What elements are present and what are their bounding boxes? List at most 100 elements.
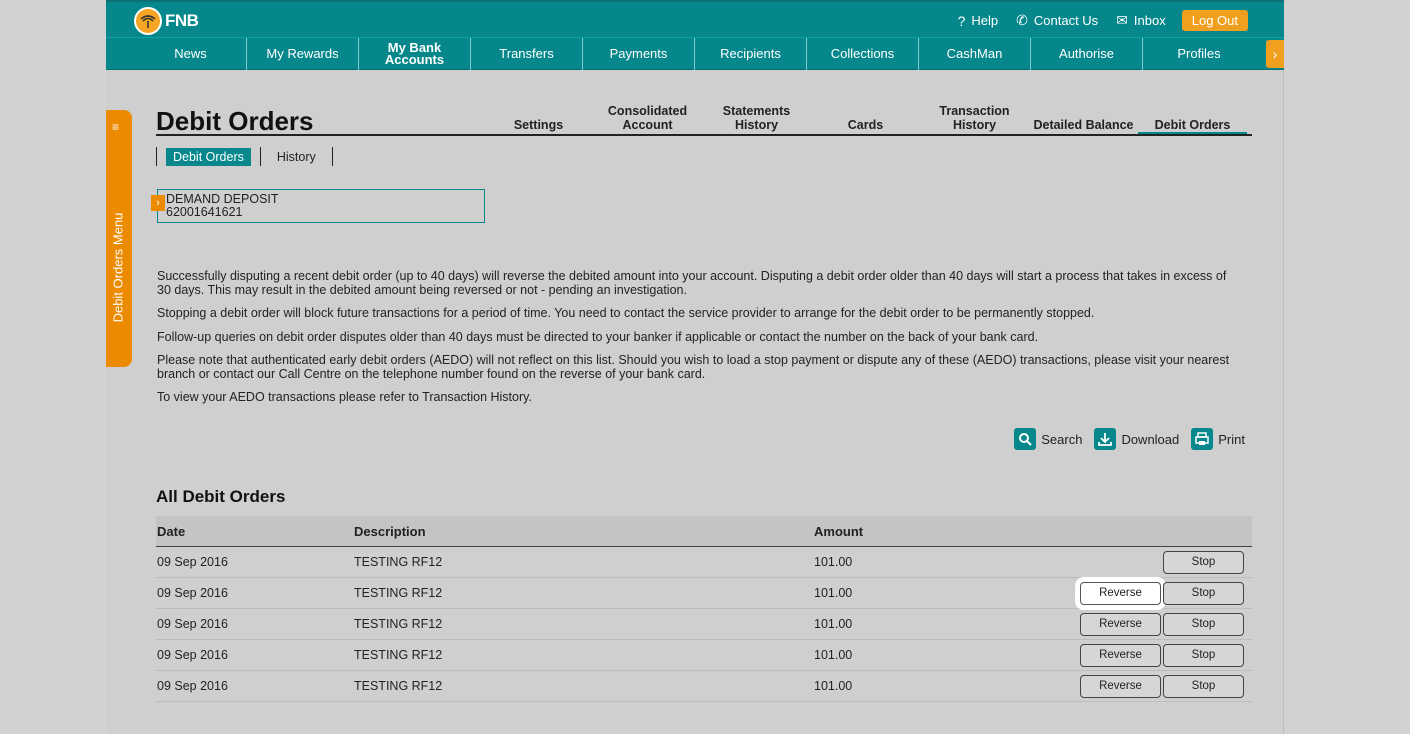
nav-my-bank-accounts-label: My Bank Accounts: [384, 40, 445, 67]
header-divider: [156, 134, 1252, 136]
inbox-label: Inbox: [1133, 13, 1166, 28]
nav-next-button[interactable]: ›: [1266, 40, 1284, 68]
app-window: FNB ? Help ✆ Contact Us ✉ Inbox Log Out …: [106, 0, 1284, 734]
tab-transaction-history[interactable]: Transaction History: [920, 102, 1029, 132]
row-date: 09 Sep 2016: [157, 617, 228, 631]
page-title: Debit Orders: [156, 106, 314, 136]
row-actions: ReverseStop: [1014, 550, 1252, 574]
search-label: Search: [1041, 431, 1083, 447]
reverse-button[interactable]: Reverse: [1080, 643, 1161, 667]
debit-orders-menu-tab[interactable]: ≡ Debit Orders Menu: [106, 110, 132, 367]
row-description: TESTING RF12: [354, 679, 443, 693]
pill-history[interactable]: History: [270, 148, 323, 166]
info-text: Successfully disputing a recent debit or…: [157, 269, 1237, 415]
info-paragraph: Follow-up queries on debit order dispute…: [157, 329, 1039, 344]
nav-profiles[interactable]: Profiles: [1143, 38, 1255, 70]
row-amount: 101.00: [814, 586, 853, 600]
help-link[interactable]: ? Help: [958, 13, 999, 29]
reverse-button[interactable]: Reverse: [1080, 581, 1161, 605]
table-row: 09 Sep 2016 TESTING RF12 101.00 ReverseStop: [156, 578, 1252, 609]
nav-my-bank-accounts[interactable]: My Bank Accounts: [359, 38, 471, 70]
pill-debit-orders[interactable]: Debit Orders: [166, 147, 251, 166]
sub-tabs: Settings Consolidated Account Statements…: [484, 102, 1247, 135]
nav-my-rewards[interactable]: My Rewards: [247, 38, 359, 70]
help-icon: ?: [957, 12, 966, 29]
tree-icon: [134, 7, 162, 35]
nav-cashman[interactable]: CashMan: [919, 38, 1031, 70]
info-paragraph: Stopping a debit order will block future…: [157, 306, 1095, 320]
row-amount: 101.00: [814, 648, 853, 662]
inbox-link[interactable]: ✉ Inbox: [1116, 12, 1166, 29]
account-number: 62001641621: [166, 205, 243, 219]
stop-button[interactable]: Stop: [1163, 550, 1244, 574]
table-row: 09 Sep 2016 TESTING RF12 101.00 ReverseStop: [156, 547, 1252, 578]
download-button[interactable]: Download: [1094, 428, 1179, 450]
nav-news[interactable]: News: [135, 38, 247, 70]
table-header: Date Description Amount: [156, 516, 1252, 547]
table-body: 09 Sep 2016TESTING RF12101.00ReverseStop…: [156, 547, 1252, 702]
reverse-button[interactable]: Reverse: [1080, 612, 1161, 636]
search-button[interactable]: Search: [1014, 428, 1082, 450]
tab-cards[interactable]: Cards: [811, 102, 920, 132]
tab-statements-history[interactable]: Statements History: [702, 102, 811, 132]
table-row: 09 Sep 2016 TESTING RF12 101.00 ReverseStop: [156, 609, 1252, 640]
download-label: Download: [1121, 431, 1180, 447]
row-actions: ReverseStop: [1014, 581, 1252, 605]
utility-links: ? Help ✆ Contact Us ✉ Inbox Log Out: [940, 10, 1248, 31]
phone-icon: ✆: [1016, 12, 1028, 28]
account-selector[interactable]: › DEMAND DEPOSIT 62001641621: [151, 189, 485, 223]
main-nav: News My Rewards My Bank Accounts Transfe…: [106, 37, 1284, 70]
info-paragraph: To view your AEDO transactions please re…: [157, 390, 532, 404]
info-paragraph: Successfully disputing a recent debit or…: [157, 269, 1227, 297]
row-date: 09 Sep 2016: [157, 555, 228, 569]
table-row: 09 Sep 2016 TESTING RF12 101.00 ReverseStop: [156, 640, 1252, 671]
print-icon: [1191, 428, 1214, 450]
tab-detailed-balance[interactable]: Detailed Balance: [1029, 102, 1138, 132]
tab-debit-orders[interactable]: Debit Orders: [1138, 102, 1247, 135]
debit-orders-table: Date Description Amount 09 Sep 2016 TESTI…: [156, 516, 1252, 702]
download-icon: [1094, 428, 1117, 450]
help-label: Help: [971, 13, 999, 28]
contact-us-link[interactable]: ✆ Contact Us: [1016, 12, 1098, 29]
top-bar: FNB ? Help ✆ Contact Us ✉ Inbox Log Out: [106, 0, 1284, 37]
row-amount: 101.00: [814, 555, 853, 569]
contact-us-label: Contact Us: [1033, 13, 1099, 28]
brand-name: FNB: [165, 11, 199, 30]
chevron-right-icon: ›: [151, 195, 165, 211]
nav-collections[interactable]: Collections: [807, 38, 919, 70]
view-switcher: Debit Orders History: [156, 147, 333, 166]
row-amount: 101.00: [814, 617, 853, 631]
stop-button[interactable]: Stop: [1163, 612, 1244, 636]
info-paragraph: Please note that authenticated early deb…: [157, 353, 1230, 381]
table-row: 09 Sep 2016 TESTING RF12 101.00 ReverseStop: [156, 671, 1252, 702]
print-label: Print: [1218, 431, 1245, 447]
row-actions: ReverseStop: [1014, 674, 1252, 698]
reverse-button[interactable]: Reverse: [1080, 674, 1161, 698]
column-header-description: Description: [354, 523, 426, 539]
print-button[interactable]: Print: [1191, 428, 1245, 450]
nav-transfers[interactable]: Transfers: [471, 38, 583, 70]
row-date: 09 Sep 2016: [157, 679, 228, 693]
mail-icon: ✉: [1116, 12, 1128, 28]
row-description: TESTING RF12: [354, 648, 443, 662]
stop-button[interactable]: Stop: [1163, 643, 1244, 667]
log-out-button[interactable]: Log Out: [1181, 10, 1248, 31]
stop-button[interactable]: Stop: [1163, 581, 1244, 605]
row-amount: 101.00: [814, 679, 853, 693]
menu-icon: ≡: [112, 120, 120, 134]
tab-consolidated-account[interactable]: Consolidated Account: [593, 102, 702, 132]
column-header-date: Date: [157, 523, 186, 539]
table-title: All Debit Orders: [156, 487, 286, 506]
stop-button[interactable]: Stop: [1163, 674, 1244, 698]
nav-payments[interactable]: Payments: [583, 38, 695, 70]
tab-settings[interactable]: Settings: [484, 102, 593, 132]
row-actions: ReverseStop: [1014, 612, 1252, 636]
nav-authorise[interactable]: Authorise: [1031, 38, 1143, 70]
nav-recipients[interactable]: Recipients: [695, 38, 807, 70]
row-actions: ReverseStop: [1014, 643, 1252, 667]
row-description: TESTING RF12: [354, 617, 443, 631]
search-icon: [1014, 428, 1037, 450]
row-description: TESTING RF12: [354, 555, 443, 569]
chevron-right-icon: ›: [1272, 46, 1278, 62]
fnb-logo[interactable]: FNB: [134, 6, 199, 36]
